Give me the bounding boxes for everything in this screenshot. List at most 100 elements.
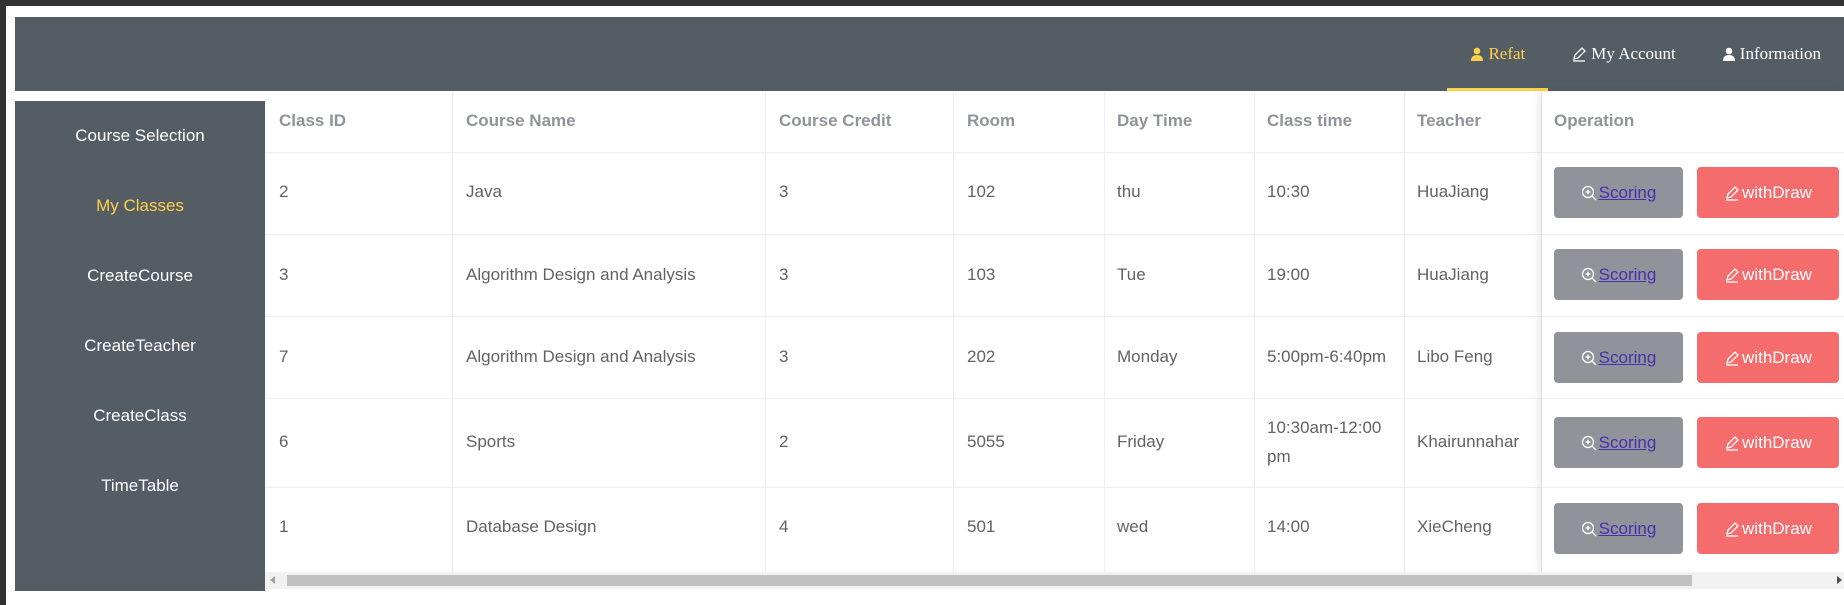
cell-course-name: Database Design <box>466 517 597 536</box>
cell-class-id: 3 <box>279 265 289 284</box>
scoring-button[interactable]: Scoring <box>1554 167 1683 218</box>
zoom-in-icon <box>1581 185 1597 200</box>
nav-item-my-account[interactable]: My Account <box>1548 17 1699 91</box>
column-header: Operation <box>1554 111 1635 130</box>
column-divider <box>1105 92 1255 572</box>
sidebar-item-my-classes[interactable]: My Classes <box>15 171 265 241</box>
zoom-in-icon <box>1581 267 1597 282</box>
column-divider <box>1405 92 1542 572</box>
cell-time-line2: pm <box>1267 447 1291 466</box>
horizontal-scrollbar[interactable] <box>265 572 1844 589</box>
edit-icon <box>1573 47 1587 62</box>
cell-course-name: Algorithm Design and Analysis <box>466 265 696 284</box>
user-icon <box>1722 47 1735 61</box>
cell-class-id: 6 <box>279 432 289 451</box>
cell-class-id: 2 <box>279 182 289 201</box>
sidebar-item-create-class[interactable]: CreateClass <box>15 381 265 451</box>
column-header: Course Credit <box>779 111 892 130</box>
scroll-left-arrow-icon[interactable] <box>270 576 275 584</box>
withdraw-label: withDraw <box>1742 182 1812 202</box>
withdraw-button[interactable]: withDraw <box>1697 332 1839 383</box>
withdraw-label: withDraw <box>1742 518 1812 538</box>
cell-time: 10:30 <box>1267 182 1310 201</box>
withdraw-label: withDraw <box>1742 432 1812 452</box>
window-left-border <box>0 0 6 605</box>
scoring-button[interactable]: Scoring <box>1554 249 1683 300</box>
classes-table: Class ID Course Name Course Credit Room … <box>265 92 1844 572</box>
scoring-button[interactable]: Scoring <box>1554 503 1683 554</box>
nav-item-label: Information <box>1739 44 1821 63</box>
sidebar-item-create-teacher[interactable]: CreateTeacher <box>15 311 265 381</box>
column-divider <box>766 92 954 572</box>
withdraw-button[interactable]: withDraw <box>1697 249 1839 300</box>
nav-item-information[interactable]: Information <box>1699 17 1844 91</box>
scoring-label: Scoring <box>1598 347 1657 367</box>
operation-column: Operation Scoring withDraw Scoring withD… <box>1542 92 1844 572</box>
zoom-in-icon <box>1581 435 1597 450</box>
cell-teacher: HuaJiang <box>1417 182 1489 201</box>
cell-credit: 2 <box>779 432 789 451</box>
sidebar-item-timetable[interactable]: TimeTable <box>15 451 265 521</box>
cell-teacher: HuaJiang <box>1417 265 1489 284</box>
column-header: Day Time <box>1117 111 1193 130</box>
cell-class-id: 1 <box>279 517 289 536</box>
edit-icon <box>1726 350 1739 366</box>
cell-day: thu <box>1117 182 1141 201</box>
edit-icon <box>1726 521 1739 537</box>
scoring-button[interactable]: Scoring <box>1554 417 1683 468</box>
scoring-label: Scoring <box>1598 264 1657 284</box>
cell-teacher: Khairunnahar <box>1417 432 1520 451</box>
cell-credit: 3 <box>779 182 789 201</box>
cell-course-name: Algorithm Design and Analysis <box>466 347 696 366</box>
cell-course-name: Java <box>466 182 502 201</box>
user-icon <box>1471 47 1484 61</box>
scoring-label: Scoring <box>1598 182 1657 202</box>
cell-day: Tue <box>1117 265 1146 284</box>
withdraw-button[interactable]: withDraw <box>1697 503 1839 554</box>
row-divider <box>1542 316 1844 317</box>
column-header: Class ID <box>279 111 347 130</box>
cell-time: 19:00 <box>1267 265 1310 284</box>
top-header: Refat My Account Information <box>15 17 1844 91</box>
zoom-in-icon <box>1581 521 1597 536</box>
column-header: Room <box>967 111 1016 130</box>
cell-time-line1: 10:30am-12:00 <box>1267 418 1382 437</box>
zoom-in-icon <box>1581 350 1597 365</box>
cell-room: 102 <box>967 182 996 201</box>
scoring-label: Scoring <box>1598 432 1657 452</box>
column-divider <box>265 92 453 572</box>
column-divider <box>1255 92 1405 572</box>
edit-icon <box>1726 435 1739 451</box>
cell-credit: 3 <box>779 347 789 366</box>
cell-teacher: XieCheng <box>1417 517 1492 536</box>
nav-item-label: My Account <box>1591 44 1676 63</box>
cell-time: 5:00pm-6:40pm <box>1267 347 1387 366</box>
cell-day: wed <box>1117 517 1149 536</box>
sidebar-item-create-course[interactable]: CreateCourse <box>15 241 265 311</box>
scoring-button[interactable]: Scoring <box>1554 332 1683 383</box>
nav-item-user[interactable]: Refat <box>1447 17 1549 91</box>
cell-room: 103 <box>967 265 996 284</box>
row-divider <box>1542 234 1844 235</box>
column-header: Class time <box>1267 111 1353 130</box>
top-nav: Refat My Account Information <box>1447 17 1844 91</box>
column-header: Teacher <box>1417 111 1481 130</box>
column-divider <box>954 92 1105 572</box>
column-divider <box>453 92 766 572</box>
scoring-label: Scoring <box>1598 518 1657 538</box>
edit-icon <box>1726 185 1739 201</box>
column-header: Course Name <box>466 111 576 130</box>
row-divider <box>1542 152 1844 153</box>
withdraw-button[interactable]: withDraw <box>1697 417 1839 468</box>
scroll-right-arrow-icon[interactable] <box>1837 576 1842 584</box>
cell-day: Monday <box>1117 347 1178 366</box>
cell-credit: 3 <box>779 265 789 284</box>
scroll-thumb[interactable] <box>287 575 1692 586</box>
nav-item-label: Refat <box>1488 44 1526 63</box>
cell-credit: 4 <box>779 517 789 536</box>
sidebar-item-course-selection[interactable]: Course Selection <box>15 101 265 171</box>
cell-class-id: 7 <box>279 347 289 366</box>
edit-icon <box>1726 267 1739 283</box>
withdraw-button[interactable]: withDraw <box>1697 167 1839 218</box>
withdraw-label: withDraw <box>1742 347 1812 367</box>
